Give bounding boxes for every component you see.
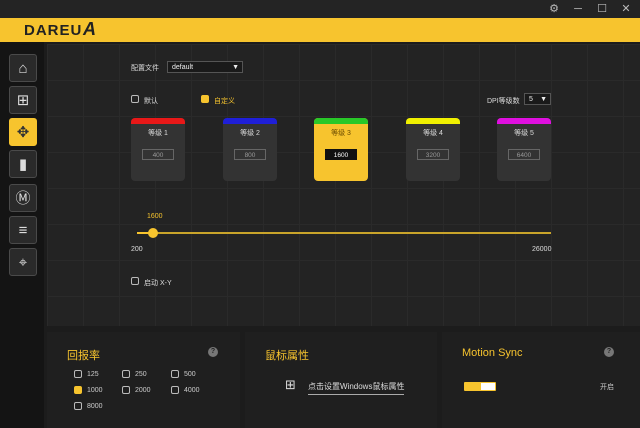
motion-sync-toggle[interactable]	[464, 382, 496, 391]
dpi-icon[interactable]: ✥	[9, 118, 37, 146]
battery-icon[interactable]: ▮	[9, 150, 37, 178]
add-macro-icon[interactable]: ⊞	[9, 86, 37, 114]
profile-select-value: default	[172, 64, 194, 71]
dpi-card-3[interactable]: 等级 3 1600	[314, 118, 368, 181]
dpi-card-title: 等级 1	[148, 130, 168, 137]
polling-option-checkbox[interactable]	[74, 402, 82, 410]
dpi-value-field[interactable]: 3200	[417, 149, 449, 160]
xy-label: 启动 X-Y	[144, 280, 172, 287]
motion-sync-state: 开启	[600, 384, 614, 391]
polling-option-checkbox[interactable]	[122, 370, 130, 378]
logo-mark: A	[83, 19, 96, 39]
dpi-value-field[interactable]: 400	[142, 149, 174, 160]
brand-bar: DAREU A	[0, 18, 640, 42]
windows-icon: ⊞	[285, 377, 296, 392]
dpi-levels-value: 5	[529, 96, 533, 103]
xy-checkbox[interactable]	[131, 277, 139, 285]
dpi-slider-track[interactable]	[137, 232, 551, 234]
slider-max-label: 26000	[532, 246, 552, 253]
help-icon[interactable]: ?	[604, 347, 614, 357]
minimize-icon[interactable]: ─	[569, 2, 587, 16]
slider-current-value: 1600	[147, 213, 163, 220]
motion-sync-title: Motion Sync	[462, 347, 523, 359]
polling-option-checkbox[interactable]	[74, 386, 82, 394]
level-color-bar	[131, 118, 185, 124]
polling-rate-panel: 回报率 ? 125 250 500 1000 2000 4000 8000	[47, 332, 240, 428]
default-mode-checkbox[interactable]	[131, 95, 139, 103]
motion-sync-panel: Motion Sync ? 开启	[442, 332, 640, 428]
dpi-value-field[interactable]: 1600	[325, 149, 357, 160]
dpi-card-1[interactable]: 等级 1 400	[131, 118, 185, 181]
polling-option-checkbox[interactable]	[171, 370, 179, 378]
home-icon[interactable]: ⌂	[9, 54, 37, 82]
mouse-properties-panel: 鼠标属性 ⊞ 点击设置Windows鼠标属性	[245, 332, 437, 428]
dpi-card-title: 等级 2	[240, 130, 260, 137]
profile-select[interactable]: default ▼	[167, 61, 243, 73]
level-color-bar	[406, 118, 460, 124]
chevron-down-icon: ▼	[540, 96, 547, 103]
custom-mode-label: 自定义	[214, 98, 235, 105]
polling-option-label: 8000	[87, 403, 103, 410]
dpi-card-2[interactable]: 等级 2 800	[223, 118, 277, 181]
dpi-value-field[interactable]: 800	[234, 149, 266, 160]
dpi-value-field[interactable]: 6400	[508, 149, 540, 160]
dpi-card-5[interactable]: 等级 5 6400	[497, 118, 551, 181]
close-icon[interactable]: ✕	[617, 2, 635, 16]
chevron-down-icon: ▼	[232, 64, 239, 71]
list-icon[interactable]: ≡	[9, 216, 37, 244]
windows-mouse-settings-link[interactable]: 点击设置Windows鼠标属性	[308, 381, 405, 395]
crosshair-icon[interactable]: ⌖	[9, 248, 37, 276]
profile-label: 配置文件	[131, 65, 159, 72]
title-bar: ⚙ ─ ☐ ✕	[0, 0, 640, 18]
polling-option-label: 4000	[184, 387, 200, 394]
maximize-icon[interactable]: ☐	[593, 2, 611, 16]
logo: DAREU	[24, 22, 83, 39]
dpi-levels-select[interactable]: 5 ▼	[524, 93, 551, 105]
dpi-panel: 配置文件 default ▼ 默认 自定义 DPI等级数 5 ▼ 等级 1 40…	[47, 44, 640, 326]
default-mode-label: 默认	[144, 98, 158, 105]
polling-option-label: 125	[87, 371, 99, 378]
polling-option-label: 250	[135, 371, 147, 378]
level-color-bar	[314, 118, 368, 124]
polling-rate-title: 回报率	[67, 350, 100, 362]
level-color-bar	[497, 118, 551, 124]
polling-option-checkbox[interactable]	[122, 386, 130, 394]
sidebar: ⌂ ⊞ ✥ ▮ Ⓜ ≡ ⌖	[0, 42, 44, 428]
help-icon[interactable]: ?	[208, 347, 218, 357]
dpi-slider-thumb[interactable]	[148, 228, 158, 238]
mouse-properties-title: 鼠标属性	[265, 350, 309, 362]
level-color-bar	[223, 118, 277, 124]
toggle-knob	[481, 383, 495, 390]
dpi-levels-label: DPI等级数	[487, 98, 520, 105]
polling-option-checkbox[interactable]	[74, 370, 82, 378]
custom-mode-checkbox[interactable]	[201, 95, 209, 103]
dpi-card-title: 等级 4	[423, 130, 443, 137]
gear-icon[interactable]: ⚙	[545, 2, 563, 16]
polling-option-label: 1000	[87, 387, 103, 394]
macro-m-icon[interactable]: Ⓜ	[9, 184, 37, 212]
polling-option-label: 2000	[135, 387, 151, 394]
slider-min-label: 200	[131, 246, 143, 253]
polling-option-label: 500	[184, 371, 196, 378]
dpi-card-title: 等级 5	[514, 130, 534, 137]
dpi-card-title: 等级 3	[331, 130, 351, 137]
dpi-card-4[interactable]: 等级 4 3200	[406, 118, 460, 181]
polling-option-checkbox[interactable]	[171, 386, 179, 394]
